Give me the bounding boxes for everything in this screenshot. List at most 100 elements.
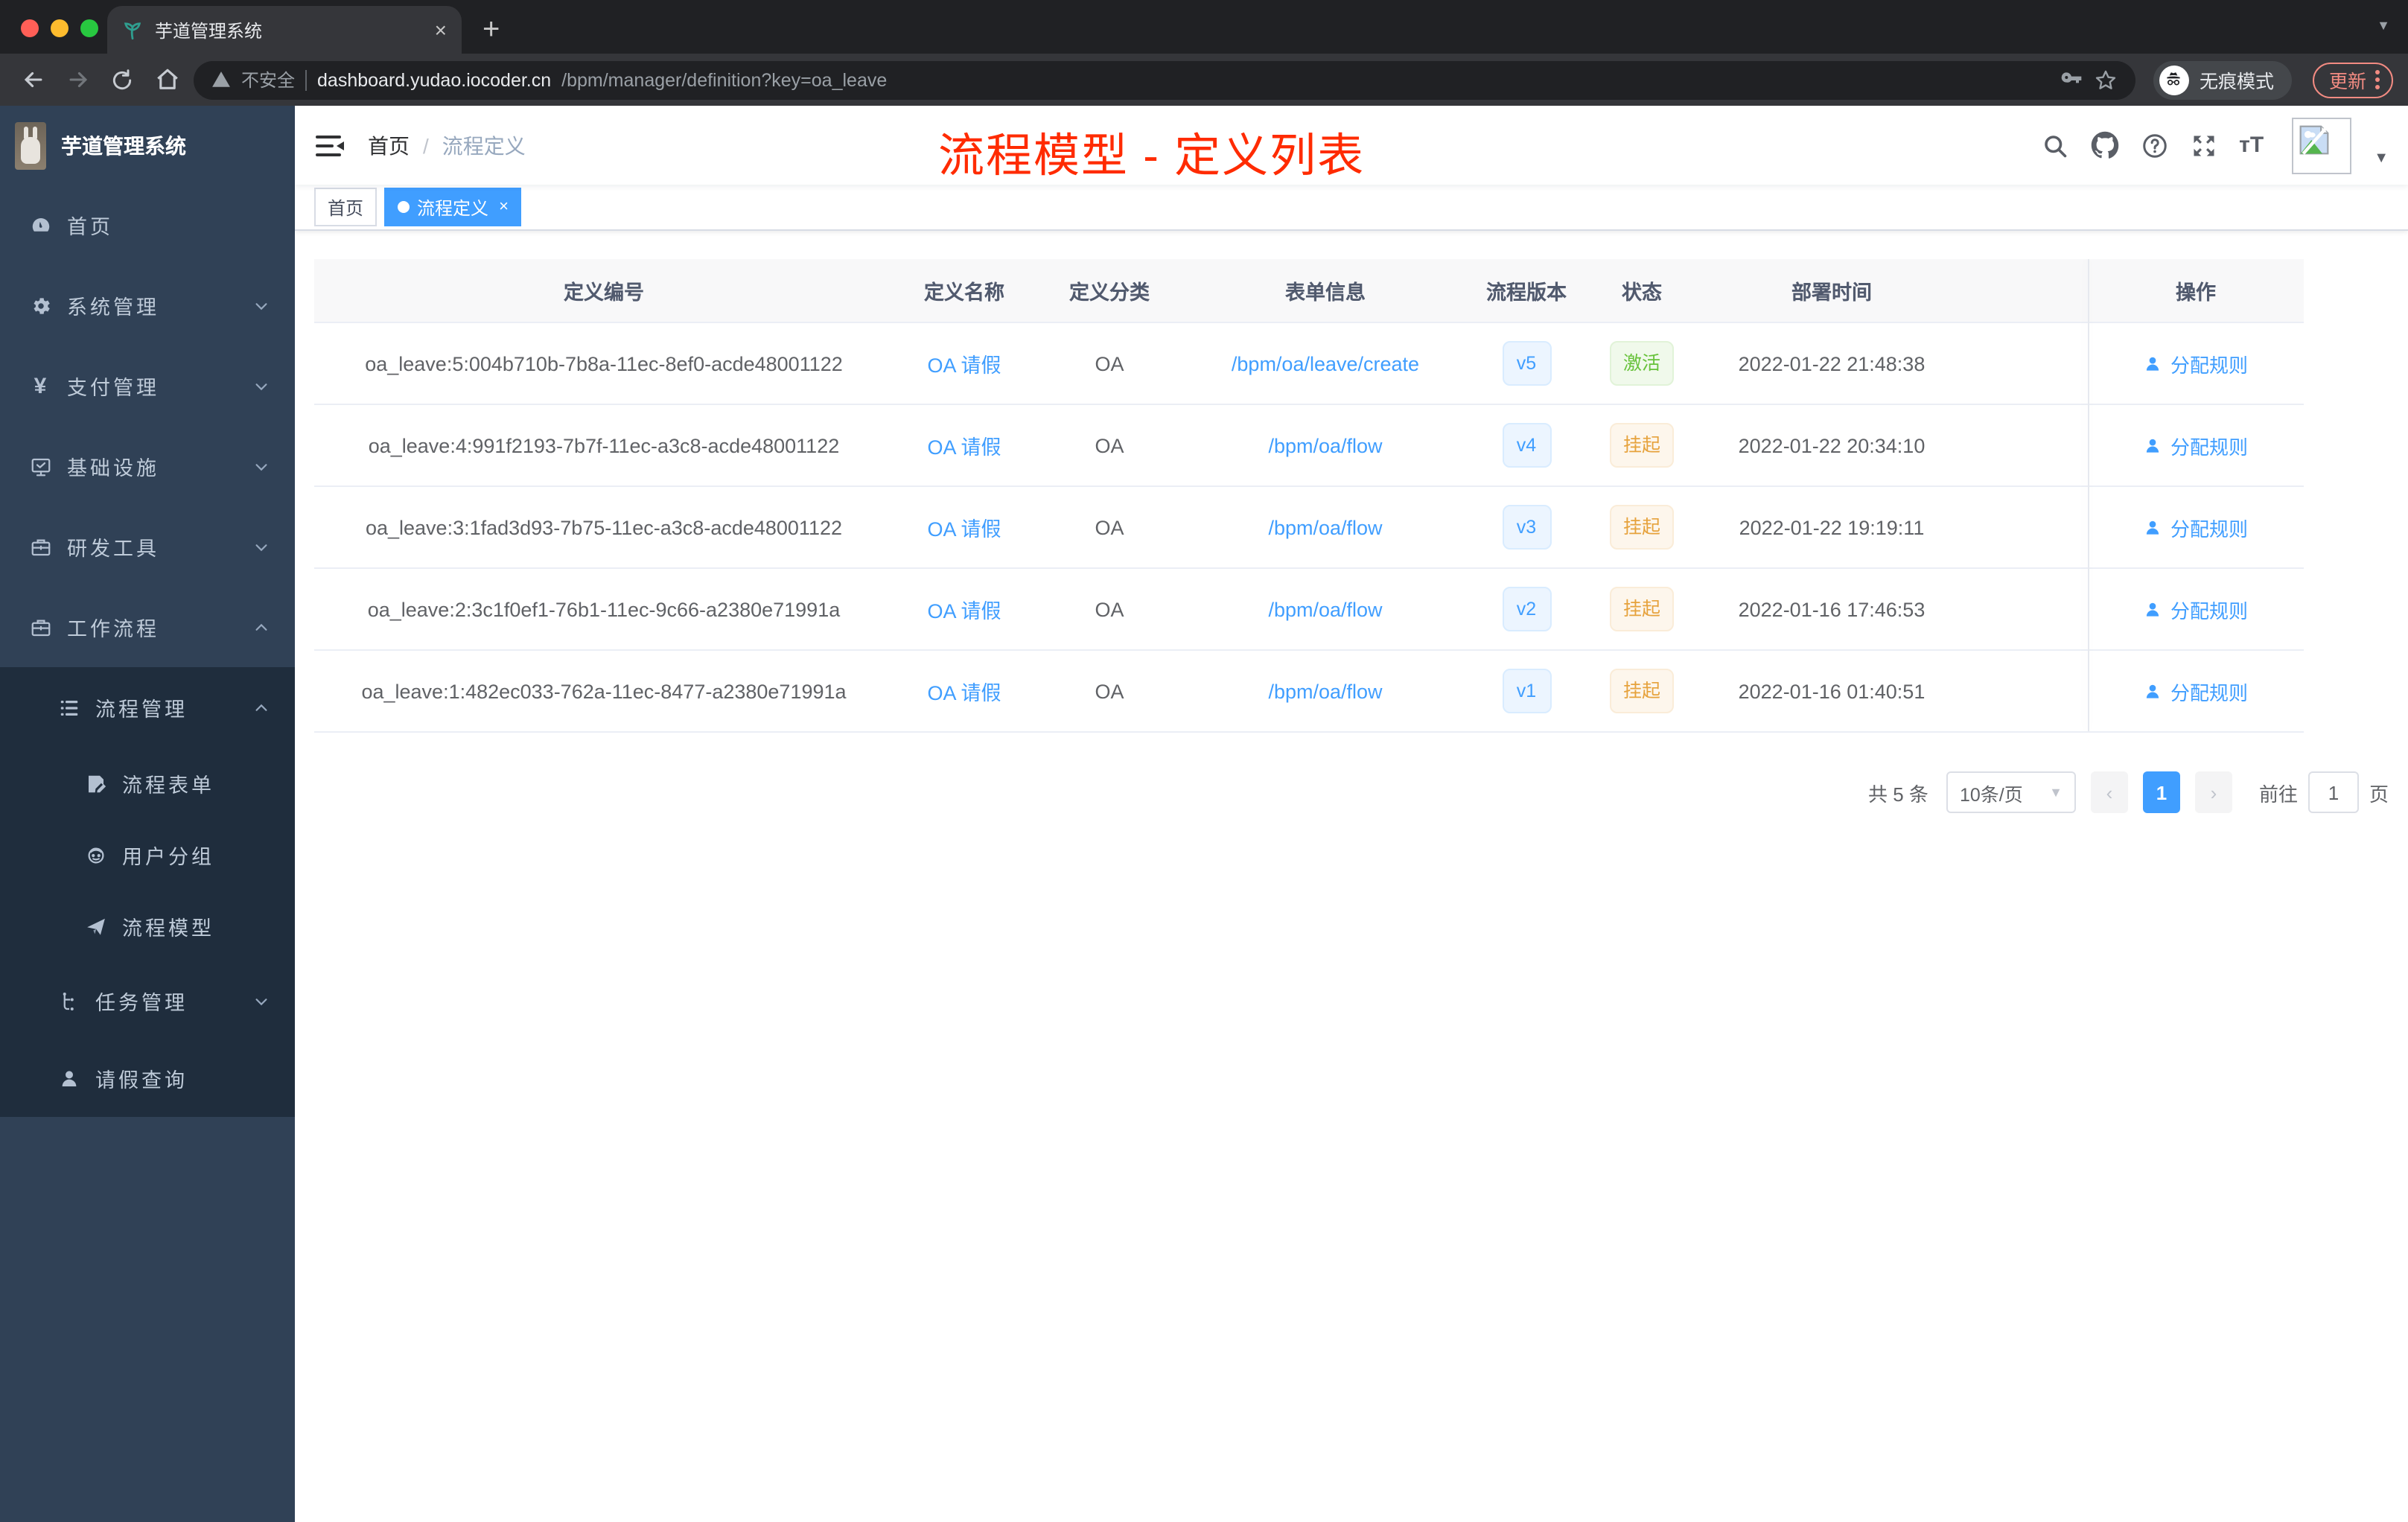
tab-search-caret-icon[interactable]: ▼ — [2377, 18, 2390, 33]
new-tab-button[interactable]: + — [482, 13, 500, 54]
forward-icon[interactable] — [60, 62, 95, 98]
robot-icon — [83, 844, 107, 866]
sidebar-item-1[interactable]: 系统管理 — [0, 265, 295, 346]
browser-toolbar: 不安全 dashboard.yudao.iocoder.cn/bpm/manag… — [0, 54, 2408, 106]
assign-rule-button[interactable]: 分配规则 — [2144, 677, 2248, 705]
chevron-down-icon — [253, 297, 270, 313]
status-badge: 挂起 — [1609, 505, 1674, 550]
sidebar-item-label: 流程表单 — [122, 774, 214, 797]
reload-icon[interactable] — [104, 62, 140, 98]
paper-plane-icon — [83, 915, 107, 937]
breadcrumb: 首页 / 流程定义 — [368, 130, 526, 160]
breadcrumb-home[interactable]: 首页 — [368, 130, 410, 160]
fixed-column-separator — [2088, 259, 2089, 731]
breadcrumb-current: 流程定义 — [442, 133, 526, 157]
sidebar-item-7[interactable]: 流程表单 — [0, 748, 295, 819]
sidebar-item-0[interactable]: 首页 — [0, 185, 295, 265]
definition-name-link[interactable]: OA 请假 — [927, 682, 1001, 704]
chevron-up-icon — [253, 699, 270, 716]
assign-rule-button[interactable]: 分配规则 — [2144, 349, 2248, 378]
assign-rule-button[interactable]: 分配规则 — [2144, 431, 2248, 459]
incognito-icon — [2159, 65, 2189, 95]
page-size-select[interactable]: 10条/页 ▼ — [1946, 771, 2076, 813]
sidebar-item-5[interactable]: 工作流程 — [0, 587, 295, 667]
status-badge: 挂起 — [1609, 423, 1674, 468]
column-header: 部署时间 — [1791, 281, 1872, 304]
chevron-down-icon — [253, 538, 270, 555]
tag-close-icon[interactable]: × — [499, 198, 509, 216]
search-icon[interactable] — [2041, 132, 2068, 159]
github-icon[interactable] — [2090, 131, 2118, 159]
form-link[interactable]: /bpm/oa/leave/create — [1232, 352, 1419, 375]
definition-name-link[interactable]: OA 请假 — [927, 518, 1001, 541]
sidebar-item-2[interactable]: ¥ 支付管理 — [0, 346, 295, 426]
home-icon[interactable] — [149, 62, 185, 98]
tag-1[interactable]: 流程定义 × — [384, 188, 522, 226]
definition-name-link[interactable]: OA 请假 — [927, 354, 1001, 377]
definition-name-link[interactable]: OA 请假 — [927, 600, 1001, 623]
sidebar-item-9[interactable]: 流程模型 — [0, 891, 295, 962]
sidebar-logo[interactable]: 芋道管理系统 — [0, 106, 295, 185]
column-header: 操作 — [2176, 281, 2216, 304]
minimize-window-button[interactable] — [51, 19, 69, 37]
sidebar: 芋道管理系统 首页 系统管理 ¥ 支付管理 基础设施研发工具工作流程 流程管理流程表单用户… — [0, 106, 295, 1522]
cell-category: OA — [1095, 352, 1124, 375]
column-header: 状态 — [1622, 281, 1662, 304]
form-link[interactable]: /bpm/oa/flow — [1268, 434, 1382, 456]
address-bar[interactable]: 不安全 dashboard.yudao.iocoder.cn/bpm/manag… — [194, 60, 2135, 99]
cell-deploy-time: 2022-01-16 17:46:53 — [1738, 598, 1926, 620]
column-header: 定义分类 — [1069, 281, 1150, 304]
person-small-icon — [2144, 599, 2163, 619]
avatar-caret-down-icon[interactable]: ▼ — [2374, 150, 2389, 167]
browser-tab[interactable]: 芋道管理系统 × — [107, 6, 462, 54]
definition-name-link[interactable]: OA 请假 — [927, 436, 1001, 459]
form-link[interactable]: /bpm/oa/flow — [1268, 680, 1382, 702]
browser-update-button[interactable]: 更新 — [2312, 62, 2393, 98]
close-window-button[interactable] — [21, 19, 39, 37]
not-secure-warning-icon — [211, 70, 231, 89]
sidebar-toggle-hamburger-icon[interactable] — [314, 130, 344, 160]
password-key-icon[interactable] — [2060, 68, 2083, 92]
maximize-window-button[interactable] — [80, 19, 98, 37]
sidebar-item-4[interactable]: 研发工具 — [0, 506, 295, 587]
page-number-1[interactable]: 1 — [2142, 771, 2180, 813]
incognito-badge: 无痕模式 — [2153, 60, 2292, 99]
tag-0[interactable]: 首页 — [314, 188, 378, 226]
status-badge: 激活 — [1609, 341, 1674, 386]
sidebar-item-10[interactable]: 任务管理 — [0, 962, 295, 1039]
sidebar-item-6[interactable]: 流程管理 — [0, 667, 295, 748]
cell-definition-id: oa_leave:1:482ec033-762a-11ec-8477-a2380… — [361, 680, 847, 702]
sidebar-item-11[interactable]: 请假查询 — [0, 1039, 295, 1117]
table-row: oa_leave:4:991f2193-7b7f-11ec-a3c8-acde4… — [314, 404, 2304, 485]
back-icon[interactable] — [15, 62, 51, 98]
table-row: oa_leave:3:1fad3d93-7b75-11ec-a3c8-acde4… — [314, 485, 2304, 567]
yuan-icon: ¥ — [34, 373, 47, 398]
sidebar-item-label: 研发工具 — [67, 538, 159, 560]
definition-table: 定义编号 定义名称 定义分类 表单信息 流程版本 状态 部署时间 操作 oa_leave:5:0… — [314, 259, 2304, 733]
user-icon — [57, 1067, 80, 1089]
fullscreen-icon[interactable] — [2190, 132, 2217, 159]
font-size-icon[interactable]: ᴛT — [2239, 133, 2264, 158]
window-controls[interactable] — [21, 19, 98, 37]
version-badge: v1 — [1502, 669, 1551, 713]
user-avatar[interactable] — [2292, 117, 2352, 173]
help-icon[interactable] — [2141, 132, 2167, 159]
sidebar-item-8[interactable]: 用户分组 — [0, 819, 295, 891]
cell-definition-id: oa_leave:5:004b710b-7b8a-11ec-8ef0-acde4… — [365, 352, 843, 375]
form-link[interactable]: /bpm/oa/flow — [1268, 516, 1382, 538]
bookmark-star-icon[interactable] — [2094, 68, 2118, 92]
next-page-button[interactable]: › — [2194, 771, 2232, 813]
person-small-icon — [2144, 354, 2163, 373]
goto-label: 前往 — [2258, 783, 2298, 805]
cell-category: OA — [1095, 434, 1124, 456]
browser-menu-kebab-icon[interactable] — [2375, 70, 2380, 89]
assign-rule-button[interactable]: 分配规则 — [2144, 513, 2248, 541]
goto-page-input[interactable] — [2307, 771, 2359, 813]
tab-close-icon[interactable]: × — [435, 18, 447, 42]
sidebar-item-3[interactable]: 基础设施 — [0, 426, 295, 506]
prev-page-button[interactable]: ‹ — [2090, 771, 2128, 813]
assign-rule-button[interactable]: 分配规则 — [2144, 595, 2248, 623]
dashboard-icon — [28, 214, 52, 236]
cell-category: OA — [1095, 680, 1124, 702]
form-link[interactable]: /bpm/oa/flow — [1268, 598, 1382, 620]
